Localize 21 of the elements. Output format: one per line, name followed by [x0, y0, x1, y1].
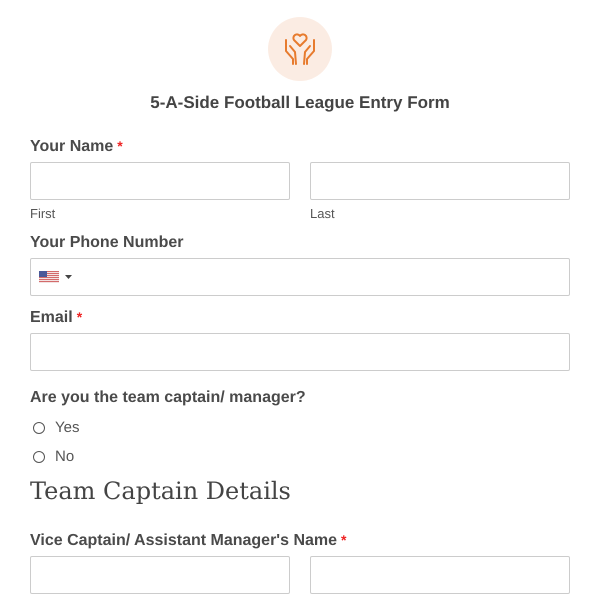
- field-label: Vice Captain/ Assistant Manager's Name *: [30, 532, 346, 550]
- field-label: Your Phone Number: [30, 234, 184, 252]
- radio-option[interactable]: Yes: [30, 413, 80, 442]
- text-input[interactable]: [310, 162, 570, 200]
- text-input[interactable]: [310, 556, 570, 594]
- section-heading: Team Captain Details: [30, 477, 291, 505]
- text-input[interactable]: [30, 556, 290, 594]
- field-label: Your Name *: [30, 138, 123, 156]
- field-label: Email *: [30, 309, 82, 327]
- flag-icon: [39, 271, 59, 283]
- radio-button[interactable]: [33, 422, 45, 434]
- phone-input[interactable]: [30, 258, 570, 296]
- email-input[interactable]: [30, 333, 570, 371]
- sub-label: Last: [310, 206, 335, 221]
- sub-label: First: [30, 206, 56, 221]
- field-label: Are you the team captain/ manager?: [30, 389, 306, 407]
- form-title: 5-A-Side Football League Entry Form: [149, 93, 451, 113]
- radio-button[interactable]: [33, 450, 45, 462]
- text-input[interactable]: [30, 162, 290, 200]
- caret-icon: [65, 275, 72, 279]
- radio-option[interactable]: No: [30, 442, 74, 471]
